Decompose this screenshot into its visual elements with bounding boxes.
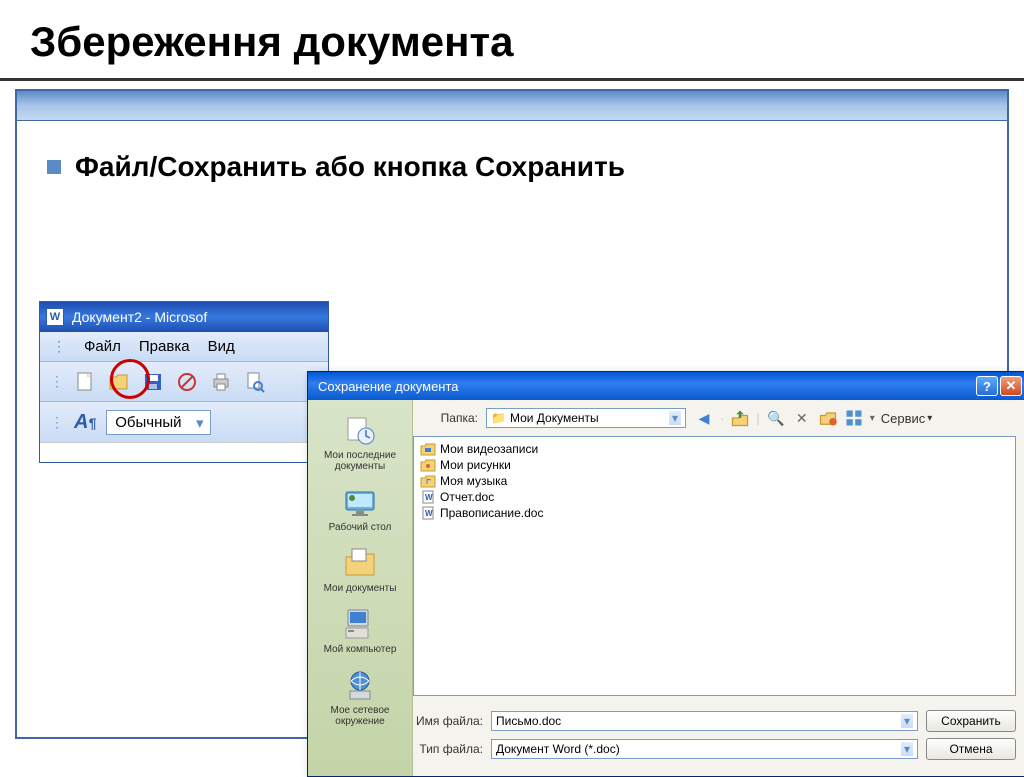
file-name: Мои видеозаписи <box>440 442 538 456</box>
file-name: Правописание.doc <box>440 506 543 520</box>
folder-pictures-icon <box>420 458 436 472</box>
file-name: Отчет.doc <box>440 490 494 504</box>
dialog-title: Сохранение документа <box>318 379 459 394</box>
file-item[interactable]: Моя музыка <box>418 473 1011 489</box>
file-list[interactable]: Мои видеозаписи Мои рисунки Моя музыка <box>413 436 1016 696</box>
recent-docs-icon <box>342 412 378 448</box>
sidebar-label: Мои документы <box>324 583 397 594</box>
newfolder-button[interactable] <box>818 408 838 428</box>
folder-music-icon <box>420 474 436 488</box>
computer-icon <box>342 606 378 642</box>
sidebar-network[interactable]: Мое сетевое окружение <box>312 663 408 731</box>
styles-icon: A¶ <box>74 411 96 434</box>
sidebar-label: Мое сетевое окружение <box>314 705 406 727</box>
new-doc-icon <box>73 370 97 394</box>
filename-input[interactable]: Письмо.doc <box>491 711 918 731</box>
sidebar-desktop[interactable]: Рабочий стол <box>312 480 408 537</box>
sidebar-label: Рабочий стол <box>329 522 392 533</box>
word-format-bar: ⋮ A¶ Обычный <box>40 402 328 442</box>
permission-button[interactable] <box>174 369 200 395</box>
filename-label: Имя файла: <box>413 714 483 728</box>
preview-button[interactable] <box>242 369 268 395</box>
sidebar-mydocs[interactable]: Мои документы <box>312 541 408 598</box>
word-app-icon: W <box>46 308 64 326</box>
word-doc-area <box>40 442 328 462</box>
folder-combo[interactable]: 📁 Мои Документы <box>486 408 686 428</box>
file-name: Моя музыка <box>440 474 507 488</box>
word-toolbar: ⋮ <box>40 362 328 402</box>
printer-icon <box>209 370 233 394</box>
up-button[interactable] <box>730 408 750 428</box>
menu-file[interactable]: Файл <box>84 338 121 355</box>
word-window: W Документ2 - Microsof ⋮ Файл Правка Вид… <box>39 301 329 463</box>
slide-title: Збереження документа <box>0 0 1024 78</box>
filetype-label: Тип файла: <box>413 742 483 756</box>
sidebar-label: Мои последние документы <box>314 450 406 472</box>
print-button[interactable] <box>208 369 234 395</box>
file-item[interactable]: W Отчет.doc <box>418 489 1011 505</box>
search-button[interactable]: 🔍 <box>766 408 786 428</box>
word-doc-icon: W <box>420 506 436 520</box>
permission-icon <box>175 370 199 394</box>
save-button[interactable]: Сохранить <box>926 710 1016 732</box>
toolbar-grip-icon: ⋮ <box>50 373 64 390</box>
magnifier-doc-icon <box>243 370 267 394</box>
file-item[interactable]: Мои рисунки <box>418 457 1011 473</box>
slide-content: Файл/Сохранить або кнопка Сохранить W До… <box>15 89 1009 739</box>
svg-text:W: W <box>425 493 433 502</box>
file-item[interactable]: W Правописание.doc <box>418 505 1011 521</box>
menu-edit[interactable]: Правка <box>139 338 190 355</box>
folder-label: Папка: <box>423 411 478 425</box>
toolbar-grip-icon: ⋮ <box>52 338 66 355</box>
folder-value: Мои Документы <box>510 411 599 425</box>
sidebar-recent[interactable]: Мои последние документы <box>312 408 408 476</box>
filetype-input[interactable]: Документ Word (*.doc) <box>491 739 918 759</box>
save-dialog: Сохранение документа ? ✕ Мои последние д… <box>307 371 1024 777</box>
sidebar-mycomputer[interactable]: Мой компьютер <box>312 602 408 659</box>
file-item[interactable]: Мои видеозаписи <box>418 441 1011 457</box>
svg-text:W: W <box>425 509 433 518</box>
views-button[interactable] <box>844 408 864 428</box>
bullet-icon <box>47 160 61 174</box>
mydocs-icon <box>342 545 378 581</box>
dialog-titlebar: Сохранение документа ? ✕ <box>308 372 1024 400</box>
file-name: Мои рисунки <box>440 458 511 472</box>
separator: · <box>720 411 724 426</box>
menu-view[interactable]: Вид <box>208 338 235 355</box>
bullet-row: Файл/Сохранить або кнопка Сохранить <box>17 121 1007 203</box>
places-sidebar: Мои последние документы Рабочий стол Мои… <box>308 400 413 776</box>
close-button[interactable]: ✕ <box>1000 376 1022 396</box>
style-selector[interactable]: Обычный <box>106 410 210 435</box>
word-title: Документ2 - Microsof <box>72 309 207 325</box>
toolbar-grip-icon: ⋮ <box>50 414 64 431</box>
help-button[interactable]: ? <box>976 376 998 396</box>
new-doc-button[interactable] <box>72 369 98 395</box>
word-titlebar: W Документ2 - Microsof <box>40 302 328 332</box>
tools-menu[interactable]: Сервис▾ <box>881 411 933 426</box>
slide-header-bar <box>17 91 1007 121</box>
views-dropdown-icon[interactable]: ▾ <box>870 413 875 424</box>
desktop-icon <box>342 484 378 520</box>
network-icon <box>342 667 378 703</box>
highlight-circle <box>110 359 150 399</box>
slide-divider <box>0 78 1024 81</box>
word-menubar: ⋮ Файл Правка Вид <box>40 332 328 362</box>
folder-row: Папка: 📁 Мои Документы ◀ · | 🔍 ✕ <box>413 400 1024 436</box>
separator: | <box>756 411 759 426</box>
delete-button[interactable]: ✕ <box>792 408 812 428</box>
folder-video-icon <box>420 442 436 456</box>
word-doc-icon: W <box>420 490 436 504</box>
back-button[interactable]: ◀ <box>694 408 714 428</box>
cancel-button[interactable]: Отмена <box>926 738 1016 760</box>
bullet-text: Файл/Сохранить або кнопка Сохранить <box>75 151 625 183</box>
sidebar-label: Мой компьютер <box>324 644 397 655</box>
folder-icon: 📁 <box>491 411 506 425</box>
